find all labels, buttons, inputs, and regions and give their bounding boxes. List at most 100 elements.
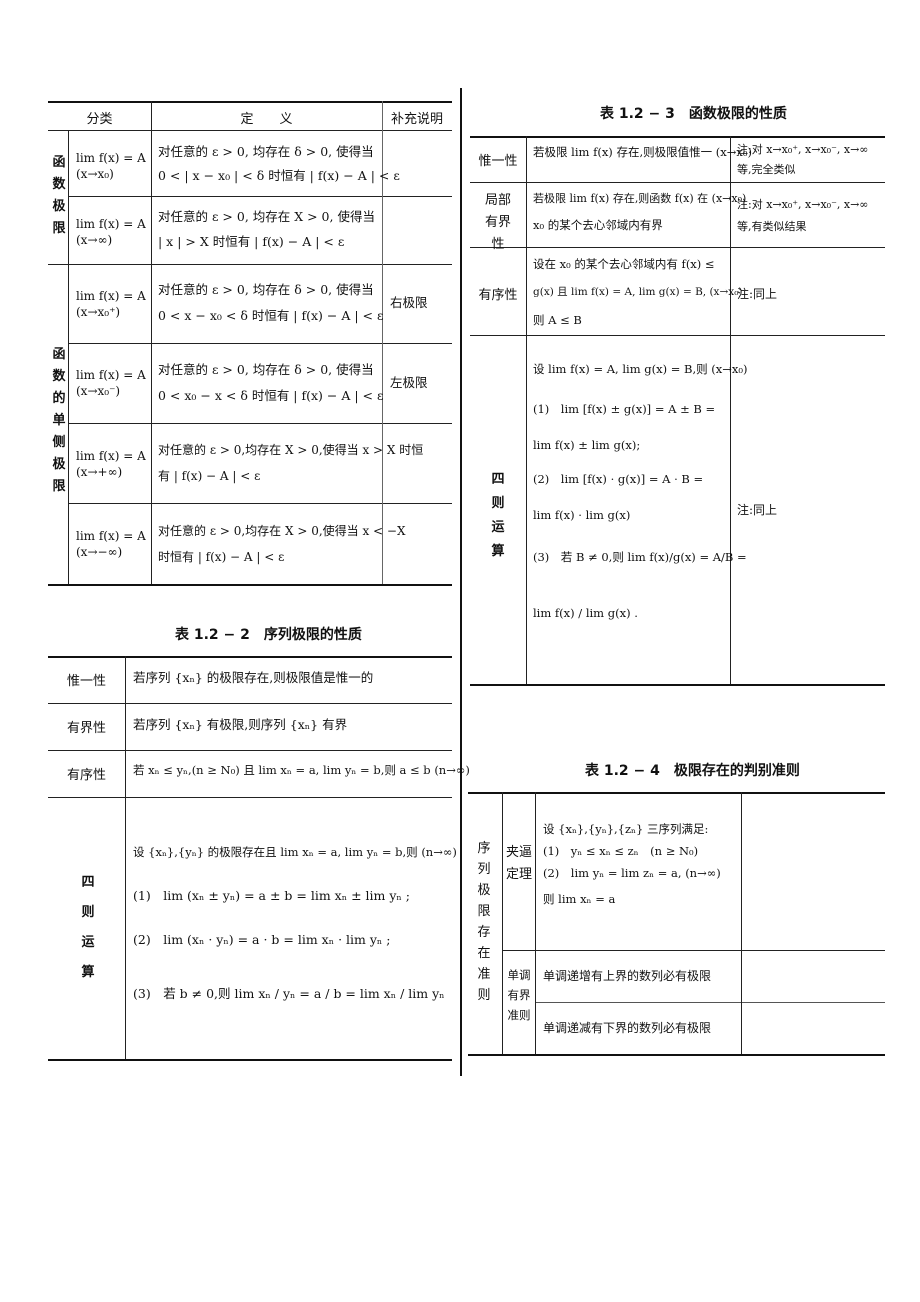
header-category: 分类 [86, 112, 113, 127]
row-divider [48, 750, 452, 751]
row-definition-line1: 对任意的 ε > 0,均存在 X > 0,使得当 x < −X [158, 524, 406, 538]
row-definition-line2: 时恒有 | f(x) − A | < ε [158, 550, 285, 564]
arithmetic-line: (2) lim (xₙ · yₙ) = a · b = lim xₙ · lim… [133, 932, 391, 947]
row-divider [470, 335, 885, 336]
row-definition-line2: 0 < | x − x₀ | < δ 时恒有 | f(x) − A | < ε [158, 168, 400, 183]
row-divider [68, 196, 452, 197]
row-note: 注:对 x→x₀⁺, x→x₀⁻, x→∞ 等,完全类似 [737, 140, 868, 180]
row-content: 若极限 lim f(x) 存在,则极限值惟一 (x→x₀) [533, 142, 752, 162]
note-line: 等,有类似结果 [737, 220, 807, 233]
table-bottom-border [468, 1054, 885, 1056]
arithmetic-line: (1) lim (xₙ ± yₙ) = a ± b = lim xₙ ± lim… [133, 888, 411, 903]
row-definition-line1: 对任意的 ε > 0, 均存在 X > 0, 使得当 [158, 209, 375, 224]
squeeze-theorem-content: 设 {xₙ},{yₙ},{zₙ} 三序列满足: (1) yₙ ≤ xₙ ≤ zₙ… [543, 818, 721, 910]
table-top-border [48, 101, 452, 103]
row-formula: lim f(x) = A (x→x₀) [76, 151, 146, 181]
row-definition-line2: 0 < x₀ − x < δ 时恒有 | f(x) − A | < ε [158, 388, 384, 403]
row-formula: lim f(x) = A (x→+∞) [76, 449, 146, 479]
col-divider [68, 130, 69, 584]
col-divider [125, 656, 126, 1059]
content-line: 若极限 lim f(x) 存在,则函数 f(x) 在 (x→x₀) [533, 192, 747, 205]
row-label-uniqueness: 惟一性 [478, 154, 518, 169]
row-divider [68, 423, 452, 424]
row-formula: lim f(x) = A (x→−∞) [76, 529, 146, 559]
content-line: 设在 x₀ 的某个去心邻域内有 f(x) ≤ [533, 257, 715, 271]
row-label-order: 有序性 [478, 288, 518, 303]
row-divider [48, 703, 452, 704]
table-top-border [468, 792, 885, 794]
row-definition-line2: 0 < x − x₀ < δ 时恒有 | f(x) − A | < ε [158, 308, 384, 323]
content-line: x₀ 的某个去心邻域内有界 [533, 218, 663, 232]
header-note: 补充说明 [390, 112, 443, 127]
header-definition: 定 义 [240, 112, 293, 127]
row-note: 注:对 x→x₀⁺, x→x₀⁻, x→∞ 等,有类似结果 [737, 194, 868, 238]
row-definition-line2: | x | > X 时恒有 | f(x) − A | < ε [158, 234, 345, 249]
row-content: 若极限 lim f(x) 存在,则函数 f(x) 在 (x→x₀) x₀ 的某个… [533, 186, 746, 238]
row-content: 若序列 {xₙ} 有极限,则序列 {xₙ} 有界 [133, 717, 348, 732]
label-text: 夹逼定理 [505, 845, 532, 882]
row-formula: lim f(x) = A (x→x₀⁺) [76, 289, 146, 319]
row-divider [68, 343, 452, 344]
arithmetic-line: (3) 若 B ≠ 0,则 lim f(x)/g(x) = A/B = [533, 550, 747, 564]
arithmetic-line: lim f(x) / lim g(x) . [533, 606, 638, 620]
arithmetic-rules: 设 {xₙ},{yₙ} 的极限存在且 lim xₙ = a, lim yₙ = … [133, 830, 457, 1016]
table-caption: 表 1.2 − 4 极限存在的判别准则 [585, 763, 800, 779]
row-content: 设在 x₀ 的某个去心邻域内有 f(x) ≤ g(x) 且 lim f(x) =… [533, 250, 743, 334]
arithmetic-line: 设 {xₙ},{yₙ} 的极限存在且 lim xₙ = a, lim yₙ = … [133, 845, 457, 859]
table-top-border [470, 136, 885, 138]
row-content: 若 xₙ ≤ yₙ,(n ≥ N₀) 且 lim xₙ = a, lim yₙ … [133, 763, 470, 777]
row-content: 若序列 {xₙ} 的极限存在,则极限值是惟一的 [133, 670, 374, 685]
row-definition-line1: 对任意的 ε > 0, 均存在 δ > 0, 使得当 [158, 362, 374, 377]
content-line: g(x) 且 lim f(x) = A, lim g(x) = B, (x→x₀… [533, 286, 743, 298]
col-divider [526, 136, 527, 684]
page-column-divider [460, 88, 462, 1076]
squeeze-line: (1) yₙ ≤ xₙ ≤ zₙ (n ≥ N₀) [543, 844, 699, 858]
row-divider [68, 503, 452, 504]
monotone-decreasing-rule: 单调递减有下界的数列必有极限 [543, 1021, 712, 1035]
table-caption: 表 1.2 − 2 序列极限的性质 [175, 627, 362, 643]
row-definition-line1: 对任意的 ε > 0, 均存在 δ > 0, 使得当 [158, 282, 374, 297]
group-label-one-sided-limit: 函数的单侧极限 [52, 347, 66, 494]
table-bottom-border [470, 684, 885, 686]
row-definition-line1: 对任意的 ε > 0, 均存在 δ > 0, 使得当 [158, 144, 374, 159]
squeeze-line: 设 {xₙ},{yₙ},{zₙ} 三序列满足: [543, 822, 709, 836]
squeeze-line: (2) lim yₙ = lim zₙ = a, (n→∞) [543, 866, 721, 880]
group-label-function-limit: 函数极限 [52, 155, 66, 236]
monotone-bounded-label: 单调有界准则 [502, 965, 536, 1025]
row-label-arithmetic: 四则运算 [491, 472, 505, 559]
table-top-border [48, 656, 452, 658]
table-header-border [48, 130, 452, 131]
row-divider [470, 182, 885, 183]
arithmetic-line: (3) 若 b ≠ 0,则 lim xₙ / yₙ = a / b = lim … [133, 986, 445, 1001]
row-label-uniqueness: 惟一性 [66, 674, 106, 689]
content-line: 则 A ≤ B [533, 313, 582, 327]
row-divider [535, 1002, 885, 1003]
note-line: 注:对 x→x₀⁺, x→x₀⁻, x→∞ [737, 198, 869, 211]
table-bottom-border [48, 584, 452, 586]
row-label-local-boundedness: 局部有界性 [470, 190, 526, 256]
note-line: 注:对 x→x₀⁺, x→x₀⁻, x→∞ [737, 143, 869, 156]
row-label-boundedness: 有界性 [66, 721, 106, 736]
row-divider [48, 264, 452, 265]
group-label-sequence-limit-criteria: 序列极限存在准则 [477, 841, 491, 1003]
row-label-order: 有序性 [66, 768, 106, 783]
content-line: 若极限 lim f(x) 存在,则极限值惟一 (x→x₀) [533, 145, 752, 159]
note-line: 等,完全类似 [737, 163, 796, 176]
squeeze-line: 则 lim xₙ = a [543, 892, 616, 906]
row-divider [470, 247, 885, 248]
row-note: 注:同上 [737, 503, 778, 517]
row-note-right-limit: 右极限 [390, 295, 428, 310]
row-definition-line2: 有 | f(x) − A | < ε [158, 469, 261, 483]
table-bottom-border [48, 1059, 452, 1061]
row-divider [502, 950, 885, 951]
arithmetic-rules: 设 lim f(x) = A, lim g(x) = B,则 (x→x₀) (1… [533, 346, 748, 636]
row-divider [48, 797, 452, 798]
label-text: 单调有界准则 [507, 968, 531, 1022]
col-divider [151, 101, 152, 584]
row-definition-line1: 对任意的 ε > 0,均存在 X > 0,使得当 x > X 时恒 [158, 443, 424, 457]
row-note: 注:同上 [737, 287, 778, 301]
squeeze-theorem-label: 夹逼定理 [503, 842, 535, 886]
row-label-arithmetic: 四则运算 [81, 875, 95, 980]
col-divider [741, 792, 742, 1054]
row-note-left-limit: 左极限 [390, 375, 428, 390]
